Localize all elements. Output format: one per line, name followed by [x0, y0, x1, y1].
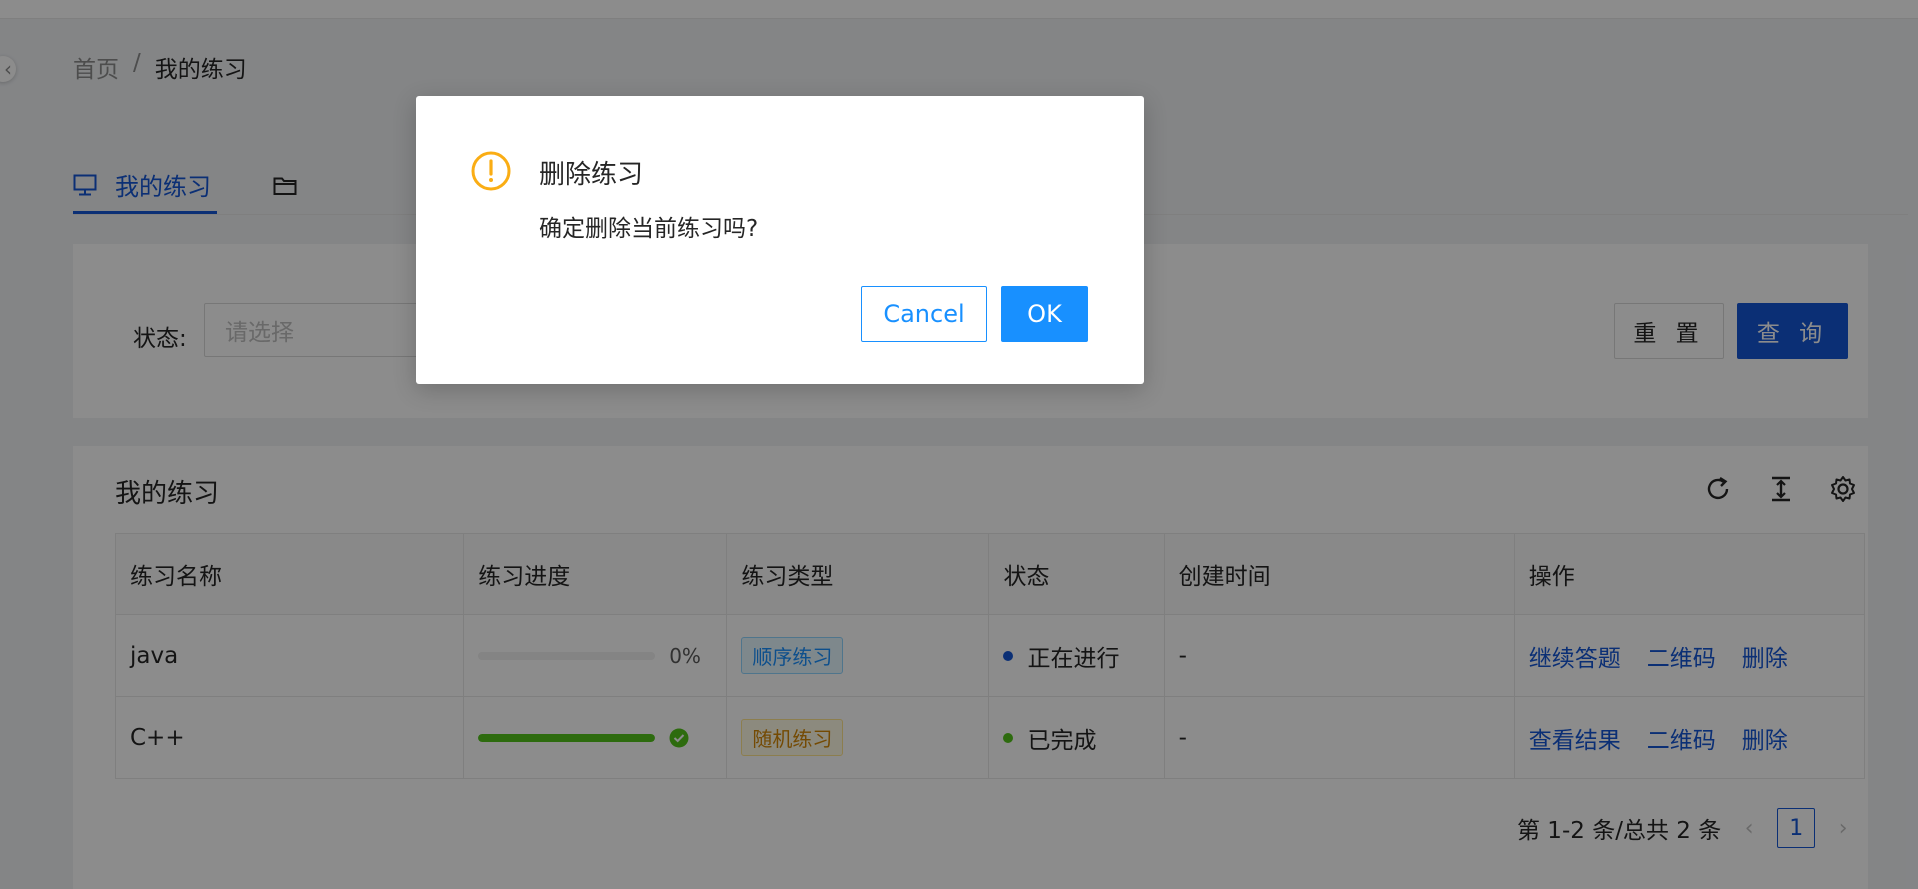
- exclamation-circle-icon: [471, 151, 511, 191]
- confirm-delete-modal: 删除练习 确定删除当前练习吗? Cancel OK: [416, 96, 1144, 384]
- modal-content: 确定删除当前练习吗?: [539, 216, 759, 242]
- modal-title: 删除练习: [539, 160, 644, 190]
- ok-button[interactable]: OK: [1001, 286, 1088, 342]
- cancel-button[interactable]: Cancel: [861, 286, 987, 342]
